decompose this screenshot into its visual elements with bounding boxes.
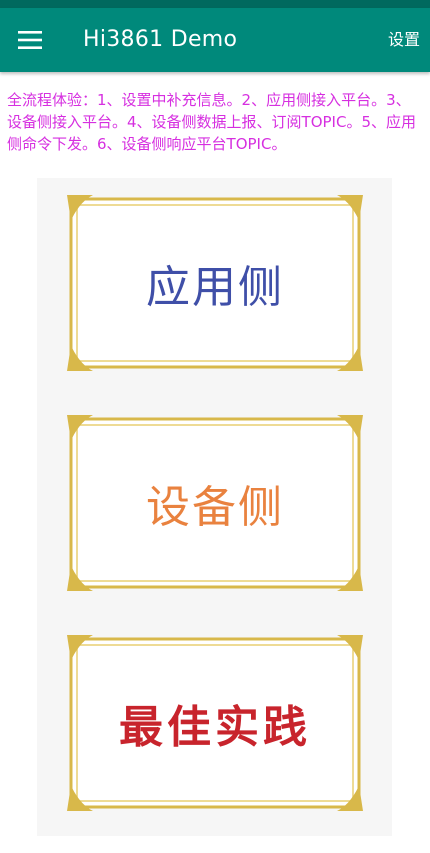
card-panel: 应用侧 设备侧 最佳实践 (37, 178, 392, 836)
app-title: Hi3861 Demo (83, 27, 238, 52)
status-bar (0, 0, 430, 8)
best-practice-label: 最佳实践 (119, 702, 311, 753)
menu-button[interactable] (8, 18, 52, 62)
application-side-card[interactable]: 应用侧 (65, 193, 365, 373)
settings-button[interactable]: 设置 (388, 28, 420, 52)
best-practice-card[interactable]: 最佳实践 (65, 633, 365, 813)
workflow-description: 全流程体验：1、设置中补充信息。2、应用侧接入平台。3、设备侧接入平台。4、设备… (7, 91, 417, 153)
application-side-label: 应用侧 (146, 262, 284, 313)
device-side-card[interactable]: 设备侧 (65, 413, 365, 593)
hamburger-menu-icon (18, 31, 42, 49)
app-bar: Hi3861 Demo 设置 (0, 8, 430, 72)
device-side-label: 设备侧 (146, 482, 284, 533)
